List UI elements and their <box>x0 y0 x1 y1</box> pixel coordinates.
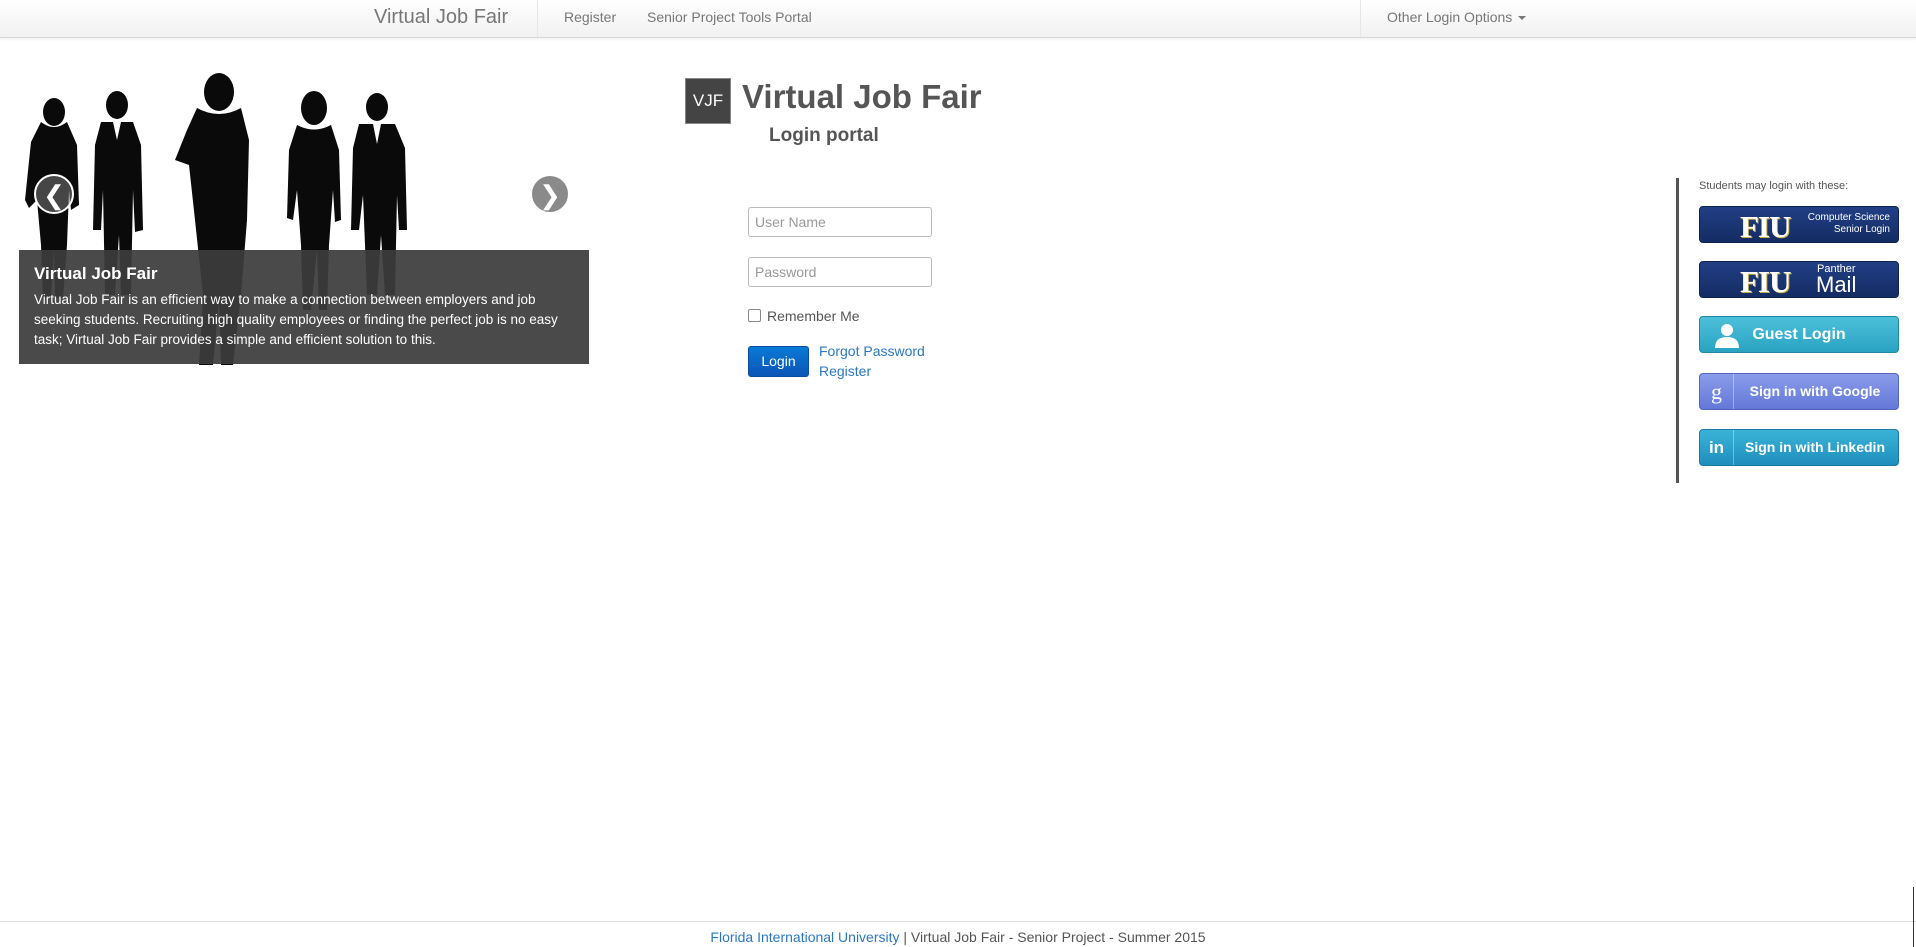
linkedin-signin-button[interactable]: in Sign in with Linkedin <box>1699 429 1899 466</box>
remember-me-label: Remember Me <box>767 308 860 324</box>
google-signin-label: Sign in with Google <box>1749 383 1881 399</box>
other-login-options-dropdown[interactable]: Other Login Options <box>1387 9 1527 25</box>
fiu-cs-senior-login-button[interactable]: FIU Computer Science Senior Login <box>1699 206 1899 243</box>
page-subtitle: Login portal <box>769 125 879 146</box>
remember-me-checkbox[interactable] <box>748 309 761 322</box>
forgot-password-link[interactable]: Forgot Password <box>819 343 925 359</box>
password-input[interactable] <box>748 257 932 287</box>
nav-senior-project-link[interactable]: Senior Project Tools Portal <box>647 9 812 25</box>
guest-login-label: Guest Login <box>1752 326 1846 343</box>
fiu-cs-line2: Senior Login <box>1833 224 1890 235</box>
dropdown-label: Other Login Options <box>1387 9 1513 25</box>
mail-label: Mail <box>1816 272 1857 297</box>
footer-text: | Virtual Job Fair - Senior Project - Su… <box>899 929 1206 945</box>
fiu-logo: FIU <box>1740 264 1791 298</box>
carousel-caption: Virtual Job Fair Virtual Job Fair is an … <box>19 250 589 364</box>
page-title: Virtual Job Fair <box>742 78 982 115</box>
login-button[interactable]: Login <box>748 346 809 377</box>
carousel: ❮ ❯ Virtual Job Fair Virtual Job Fair is… <box>19 70 589 365</box>
nav-separator <box>1360 0 1361 37</box>
nav-register-link[interactable]: Register <box>564 9 616 25</box>
footer: Florida International University | Virtu… <box>0 929 1916 945</box>
fiu-logo: FIU <box>1740 209 1791 243</box>
navbar-brand[interactable]: Virtual Job Fair <box>374 6 508 29</box>
guest-login-button[interactable]: Guest Login <box>1699 316 1899 353</box>
vjf-logo: VJF <box>685 78 731 124</box>
fiu-panther-mail-button[interactable]: FIU Panther Mail <box>1699 261 1899 298</box>
fiu-cs-label: Computer Science Senior Login <box>1808 212 1890 236</box>
window-edge <box>1913 887 1914 947</box>
username-input[interactable] <box>748 207 932 237</box>
footer-divider <box>0 921 1916 922</box>
top-navbar: Virtual Job Fair Register Senior Project… <box>0 0 1916 38</box>
students-login-intro: Students may login with these: <box>1699 180 1849 192</box>
nav-separator <box>537 0 538 37</box>
google-signin-button[interactable]: g Sign in with Google <box>1699 373 1899 410</box>
register-link[interactable]: Register <box>819 363 871 379</box>
carousel-prev-button[interactable]: ❮ <box>34 174 74 214</box>
caption-text: Virtual Job Fair is an efficient way to … <box>34 292 558 347</box>
fiu-university-link[interactable]: Florida International University <box>710 929 899 945</box>
remember-me[interactable]: Remember Me <box>748 308 860 324</box>
carousel-next-button[interactable]: ❯ <box>530 174 570 214</box>
vertical-divider <box>1676 178 1679 483</box>
linkedin-signin-label: Sign in with Linkedin <box>1745 439 1885 455</box>
caption-title: Virtual Job Fair <box>34 264 158 283</box>
fiu-cs-line1: Computer Science <box>1807 212 1890 223</box>
caret-down-icon <box>1518 16 1527 21</box>
